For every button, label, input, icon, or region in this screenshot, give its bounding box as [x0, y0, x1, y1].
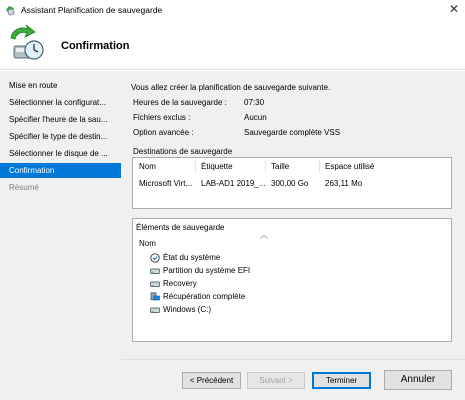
finish-button[interactable]: Terminer	[312, 372, 371, 389]
cancel-button[interactable]: Annuler	[384, 370, 452, 390]
excluded-files-value: Aucun	[244, 113, 267, 122]
next-button[interactable]: Suivant >	[247, 372, 305, 389]
column-header-name[interactable]: Nom	[139, 162, 156, 171]
wizard-header: Confirmation	[0, 20, 465, 70]
item-label: Partition du système EFI	[163, 266, 251, 275]
previous-button[interactable]: < Précédent	[182, 372, 241, 389]
column-header-size[interactable]: Taille	[271, 162, 289, 171]
item-recovery[interactable]: Recovery	[150, 278, 197, 290]
step-label: Sélectionner le disque de ...	[9, 149, 108, 158]
wizard-steps-sidebar: Mise en route Sélectionner la configurat…	[0, 71, 121, 400]
drive-icon	[150, 281, 160, 287]
step-specify-destination-type[interactable]: Spécifier le type de destin...	[0, 129, 121, 144]
backup-wizard-icon	[6, 6, 15, 16]
item-label: Récupération complète	[163, 292, 246, 301]
window-title: Assistant Planification de sauvegarde	[21, 5, 163, 15]
wizard-content: Vous allez créer la planification de sau…	[121, 71, 465, 400]
item-windows-c[interactable]: Windows (C:)	[150, 304, 211, 316]
destination-used-cell[interactable]: 263,11 Mo	[325, 179, 362, 188]
column-header-label[interactable]: Étiquette	[201, 162, 233, 171]
advanced-option-value: Sauvegarde complète VSS	[244, 128, 341, 137]
item-system-state[interactable]: État du système	[150, 252, 220, 264]
item-label: Recovery	[163, 279, 197, 288]
bare-metal-icon	[150, 292, 160, 301]
item-efi-partition[interactable]: Partition du système EFI	[150, 265, 250, 277]
items-column-name[interactable]: Nom	[139, 239, 156, 248]
step-getting-started[interactable]: Mise en route	[0, 78, 121, 93]
item-label: Windows (C:)	[163, 305, 212, 314]
advanced-option-label: Option avancée :	[133, 128, 194, 137]
column-header-used-space[interactable]: Espace utilisé	[325, 162, 374, 171]
step-label: Mise en route	[9, 81, 58, 90]
step-label: Sélectionner la configurat...	[9, 98, 106, 107]
step-label: Spécifier l'heure de la sau...	[9, 115, 108, 124]
backup-items-title: Éléments de sauvegarde	[136, 223, 225, 232]
button-separator	[121, 359, 465, 360]
step-select-configuration[interactable]: Sélectionner la configurat...	[0, 95, 121, 110]
step-confirmation[interactable]: Confirmation	[0, 163, 121, 178]
step-specify-backup-time[interactable]: Spécifier l'heure de la sau...	[0, 112, 121, 127]
intro-text: Vous allez créer la planification de sau…	[131, 83, 331, 92]
drive-icon	[150, 307, 160, 313]
destinations-table[interactable]: Nom Étiquette Taille Espace utilisé Micr…	[132, 157, 452, 209]
column-divider[interactable]	[265, 160, 266, 173]
backup-time-label: Heures de la sauvegarde :	[133, 98, 227, 107]
column-divider[interactable]	[319, 160, 320, 173]
close-icon[interactable]: ✕	[449, 2, 459, 16]
backup-time-value: 07:30	[244, 98, 265, 107]
excluded-files-label: Fichiers exclus :	[133, 113, 191, 122]
column-divider[interactable]	[195, 160, 196, 173]
destination-name-cell[interactable]: Microsoft Virt...	[139, 179, 199, 188]
drive-icon	[150, 268, 160, 274]
step-summary: Résumé	[0, 180, 121, 195]
destinations-title: Destinations de sauvegarde	[133, 147, 233, 156]
page-title: Confirmation	[61, 40, 130, 52]
step-select-destination-disk[interactable]: Sélectionner le disque de ...	[0, 146, 121, 161]
step-label: Spécifier le type de destin...	[9, 132, 108, 141]
sort-chevron-up-icon[interactable]	[260, 235, 268, 239]
title-bar: Assistant Planification de sauvegarde ✕	[0, 0, 465, 20]
step-label: Résumé	[9, 183, 39, 192]
backup-items-panel[interactable]: Éléments de sauvegarde Nom État du systè…	[132, 218, 452, 342]
destination-size-cell[interactable]: 300,00 Go	[271, 179, 308, 188]
step-label: Confirmation	[9, 166, 55, 175]
system-state-icon	[150, 253, 160, 263]
destination-label-cell[interactable]: LAB-AD1 2019_...	[201, 179, 267, 188]
backup-schedule-icon	[10, 24, 44, 60]
item-label: État du système	[163, 253, 221, 262]
item-bare-metal-recovery[interactable]: Récupération complète	[150, 291, 245, 303]
